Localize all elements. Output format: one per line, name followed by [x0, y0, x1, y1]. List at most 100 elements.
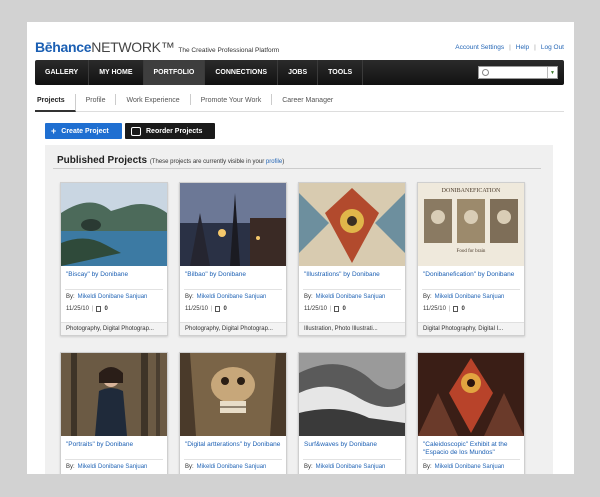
nav-jobs[interactable]: JOBS: [278, 60, 319, 85]
project-title[interactable]: "Illustrations" by Donibane: [304, 271, 402, 279]
project-thumbnail[interactable]: [299, 183, 405, 266]
divider: |: [534, 44, 536, 51]
project-date: 11/25/10: [66, 306, 89, 312]
plus-icon: +: [51, 126, 57, 136]
project-card[interactable]: DONIBANEFICATION Food for brain "Doniban…: [417, 182, 525, 336]
project-title[interactable]: "Portraits" by Donibane: [66, 441, 164, 449]
account-settings-link[interactable]: Account Settings: [455, 44, 504, 51]
divider: [65, 289, 163, 290]
document-icon: [215, 306, 221, 312]
project-fields: Photography, Digital Photograp...: [61, 322, 167, 335]
document-icon: [453, 306, 459, 312]
logout-link[interactable]: Log Out: [541, 44, 564, 51]
tagline: The Creative Professional Platform: [178, 47, 280, 54]
project-thumbnail[interactable]: [180, 183, 286, 266]
project-meta: 11/25/10 | 0: [423, 306, 465, 312]
owner-link[interactable]: Mikeldi Donibane Sanjuan: [78, 294, 148, 300]
owner-link[interactable]: Mikeldi Donibane Sanjuan: [316, 294, 386, 300]
project-owner: By: Mikeldi Donibane Sanjuan: [185, 294, 266, 300]
project-owner: By: Mikeldi Donibane Sanjuan: [304, 464, 385, 470]
project-title[interactable]: "Caleidoscopic" Exhibit at the "Espacio …: [423, 441, 521, 457]
tab-profile[interactable]: Profile: [76, 94, 117, 105]
project-title[interactable]: "Biscay" by Donibane: [66, 271, 164, 279]
tab-projects[interactable]: Projects: [35, 94, 76, 112]
divider: [422, 459, 520, 460]
by-label: By:: [66, 464, 75, 470]
project-card[interactable]: "Digital artterations" by Donibane By: Mi…: [179, 352, 287, 474]
reorder-projects-label: Reorder Projects: [146, 127, 203, 135]
search-icon: [482, 69, 489, 76]
chevron-down-icon[interactable]: ▼: [547, 67, 557, 78]
owner-link[interactable]: Mikeldi Donibane Sanjuan: [197, 294, 267, 300]
help-link[interactable]: Help: [516, 44, 529, 51]
project-card[interactable]: "Illustrations" by Donibane By: Mikeldi D…: [298, 182, 406, 336]
owner-link[interactable]: Mikeldi Donibane Sanjuan: [197, 464, 267, 470]
project-thumbnail[interactable]: [418, 353, 524, 436]
divider: [53, 168, 541, 169]
document-icon: [96, 306, 102, 312]
divider: [184, 289, 282, 290]
main-nav: GALLERY MY HOME PORTFOLIO CONNECTIONS JO…: [35, 60, 564, 85]
project-owner: By: Mikeldi Donibane Sanjuan: [423, 464, 504, 470]
project-thumbnail[interactable]: [61, 353, 167, 436]
panel-title: Published Projects (These projects are c…: [57, 155, 284, 166]
project-card[interactable]: "Portraits" by Donibane By: Mikeldi Donib…: [60, 352, 168, 474]
tab-career-manager[interactable]: Career Manager: [272, 94, 343, 105]
project-owner: By: Mikeldi Donibane Sanjuan: [423, 294, 504, 300]
thumb-subcaption: Food for brain: [456, 249, 486, 254]
nav-connections[interactable]: CONNECTIONS: [205, 60, 279, 85]
tab-promote-your-work[interactable]: Promote Your Work: [191, 94, 273, 105]
project-thumbnail[interactable]: DONIBANEFICATION Food for brain: [418, 183, 524, 266]
project-fields: Photography, Digital Photograp...: [180, 322, 286, 335]
project-count: 0: [342, 306, 346, 312]
project-title[interactable]: Surf&waves by Donibane: [304, 441, 402, 449]
page-frame: BēhanceNETWORK™ The Creative Professiona…: [27, 22, 574, 474]
tab-work-experience[interactable]: Work Experience: [116, 94, 191, 105]
behance-logo[interactable]: BēhanceNETWORK™ The Creative Professiona…: [35, 39, 279, 55]
thumb-caption: DONIBANEFICATION: [441, 188, 501, 194]
project-title[interactable]: "Donibanefication" by Donibane: [423, 271, 521, 279]
nav-gallery[interactable]: GALLERY: [35, 60, 90, 85]
published-projects-panel: Published Projects (These projects are c…: [45, 145, 553, 474]
project-title[interactable]: "Digital artterations" by Donibane: [185, 441, 283, 449]
profile-link[interactable]: profile: [266, 159, 282, 165]
top-links: Account Settings | Help | Log Out: [455, 44, 564, 51]
project-meta: 11/25/10 | 0: [304, 306, 346, 312]
project-thumbnail[interactable]: [180, 353, 286, 436]
project-card[interactable]: "Caleidoscopic" Exhibit at the "Espacio …: [417, 352, 525, 474]
project-owner: By: Mikeldi Donibane Sanjuan: [304, 294, 385, 300]
project-fields: Illustration, Photo Illustrati...: [299, 322, 405, 335]
reorder-projects-button[interactable]: Reorder Projects: [125, 123, 215, 139]
project-thumbnail[interactable]: [299, 353, 405, 436]
create-project-label: Create Project: [61, 127, 109, 135]
project-count: 0: [223, 306, 227, 312]
divider: [65, 459, 163, 460]
logo-network: NETWORK™: [91, 39, 175, 55]
nav-portfolio[interactable]: PORTFOLIO: [143, 60, 206, 85]
nav-tools[interactable]: TOOLS: [318, 60, 364, 85]
project-card[interactable]: "Bilbao" by Donibane By: Mikeldi Donibane…: [179, 182, 287, 336]
project-owner: By: Mikeldi Donibane Sanjuan: [66, 464, 147, 470]
project-card[interactable]: "Biscay" by Donibane By: Mikeldi Donibane…: [60, 182, 168, 336]
by-label: By:: [304, 294, 313, 300]
logo-text: Bēhance: [35, 39, 92, 55]
project-card[interactable]: Surf&waves by Donibane By: Mikeldi Doniba…: [298, 352, 406, 474]
search-input[interactable]: [492, 67, 552, 78]
project-date: 11/25/10: [304, 306, 327, 312]
panel-note-end: ): [282, 159, 285, 165]
owner-link[interactable]: Mikeldi Donibane Sanjuan: [316, 464, 386, 470]
by-label: By:: [423, 294, 432, 300]
owner-link[interactable]: Mikeldi Donibane Sanjuan: [435, 294, 505, 300]
owner-link[interactable]: Mikeldi Donibane Sanjuan: [435, 464, 505, 470]
panel-note: (These projects are currently visible in…: [150, 159, 284, 165]
create-project-button[interactable]: + Create Project: [45, 123, 122, 139]
by-label: By:: [185, 294, 194, 300]
by-label: By:: [66, 294, 75, 300]
by-label: By:: [304, 464, 313, 470]
owner-link[interactable]: Mikeldi Donibane Sanjuan: [78, 464, 148, 470]
nav-my-home[interactable]: MY HOME: [89, 60, 144, 85]
project-title[interactable]: "Bilbao" by Donibane: [185, 271, 283, 279]
divider: [303, 459, 401, 460]
project-thumbnail[interactable]: [61, 183, 167, 266]
divider: [303, 289, 401, 290]
